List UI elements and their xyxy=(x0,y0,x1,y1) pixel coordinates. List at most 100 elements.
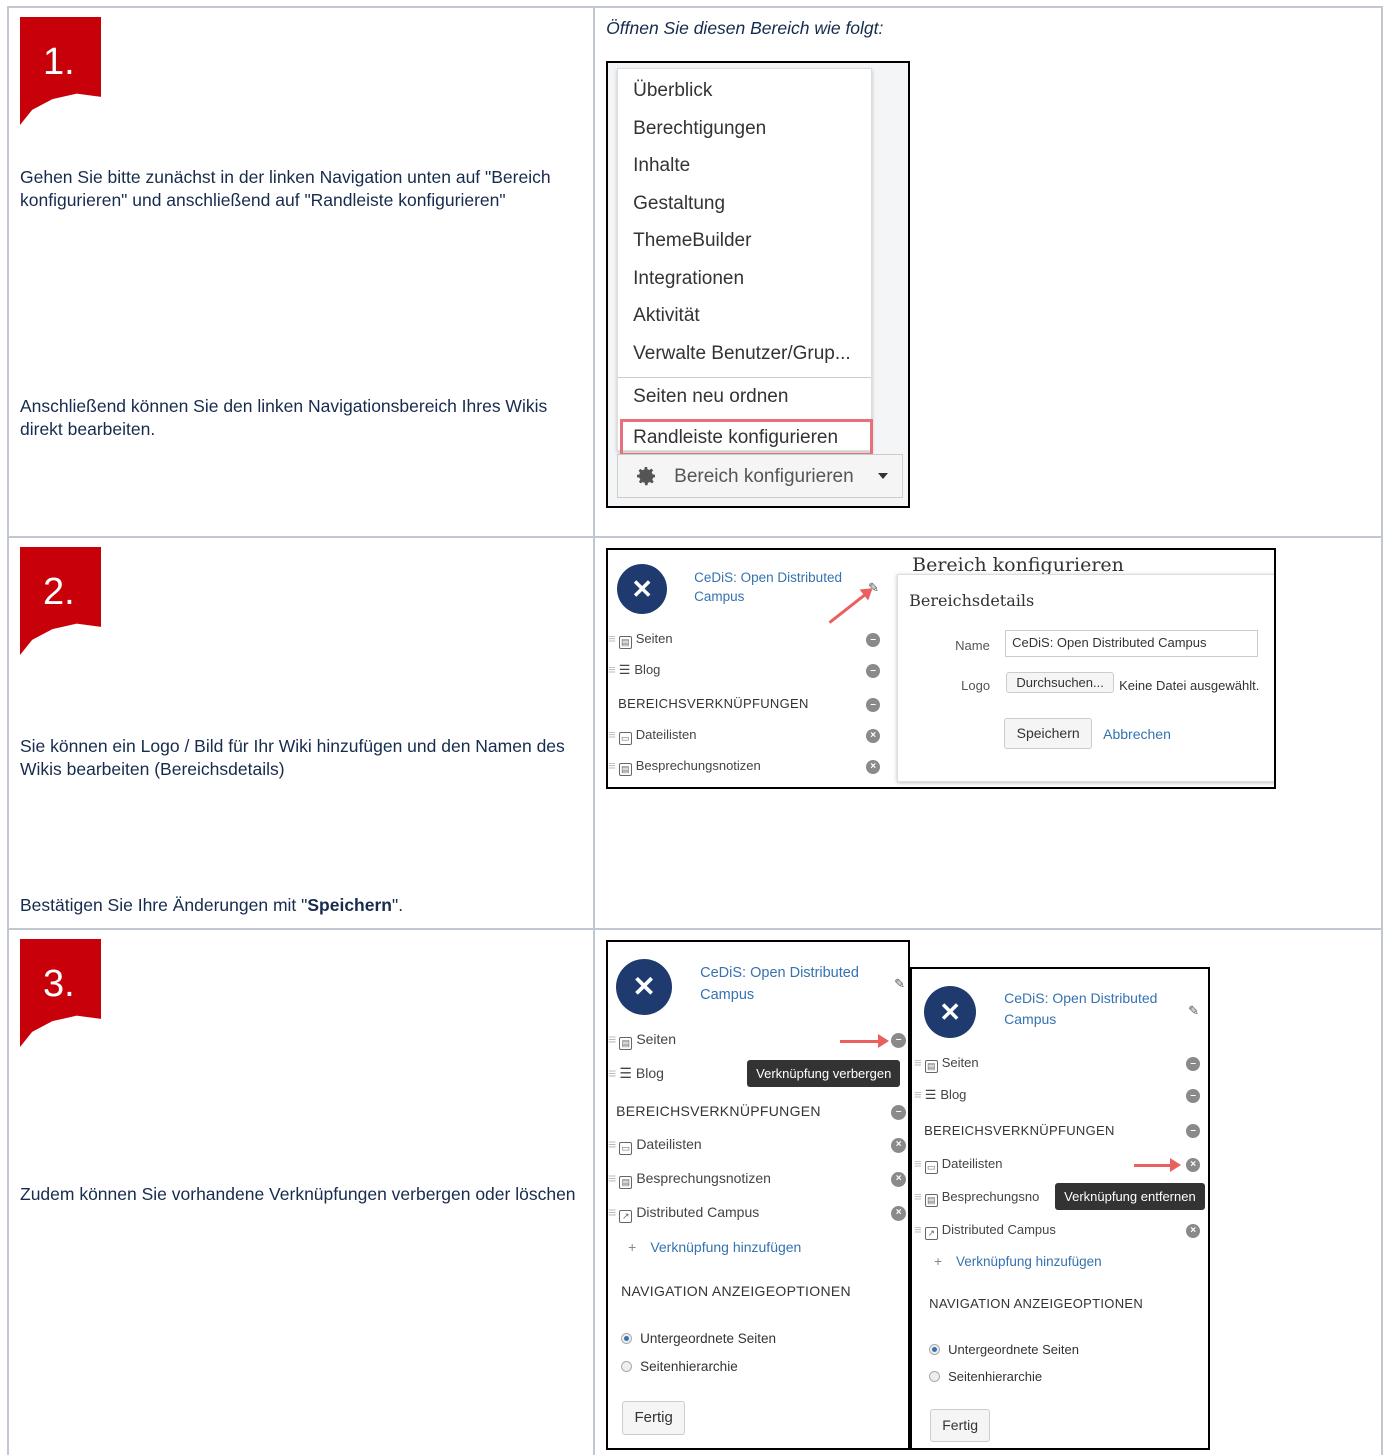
hide-icon[interactable]: – xyxy=(1186,1057,1201,1071)
section-space-links: BEREICHSVERKNÜPFUNGEN xyxy=(924,1123,1115,1138)
space-logo: ✕ xyxy=(616,959,673,1015)
menu-item-design[interactable]: Gestaltung xyxy=(618,185,871,223)
sidebar-item-blog[interactable]: ≡ ☰ Blog xyxy=(608,662,660,678)
screenshot-configure-menu: Überblick Berechtigungen Inhalte Gestalt… xyxy=(606,61,911,508)
sidebar-item-blog[interactable]: ≡ ☰ Blog xyxy=(914,1087,966,1103)
section-nav-options: NAVIGATION ANZEIGEOPTIONEN xyxy=(929,1296,1144,1311)
sidebar-link-distributed-campus[interactable]: ≡ ↗ Distributed Campus xyxy=(608,1204,759,1223)
hide-icon[interactable]: – xyxy=(891,1033,907,1048)
sidebar-link-meeting-notes[interactable]: ≡ ▤ Besprechungsnotizen xyxy=(608,758,761,776)
no-file-text: Keine Datei ausgewählt. xyxy=(1119,678,1260,693)
remove-icon[interactable]: × xyxy=(891,1138,907,1153)
step-2-confirm: Bestätigen Sie Ihre Änderungen mit "Spei… xyxy=(20,895,404,915)
done-button[interactable]: Fertig xyxy=(930,1409,991,1442)
radio-child-pages[interactable]: Untergeordnete Seiten xyxy=(621,1331,776,1346)
sidebar-item-pages[interactable]: ≡ ▤ Seiten xyxy=(914,1055,979,1073)
hide-icon[interactable]: – xyxy=(866,633,881,647)
configure-space-button[interactable]: Bereich konfigurieren xyxy=(617,454,904,498)
remove-icon[interactable]: × xyxy=(866,760,881,774)
pencil-icon[interactable]: ✎ xyxy=(1188,1003,1199,1019)
section-space-links: BEREICHSVERKNÜPFUNGEN xyxy=(616,1103,821,1119)
save-button[interactable]: Speichern xyxy=(1004,718,1093,749)
screenshot-space-details: ✕ CeDiS: Open Distributed Campus ✎ ≡ ▤ Seit… xyxy=(606,548,1277,789)
space-details-panel: Bereichsdetails Name CeDiS: Open Distrib… xyxy=(897,574,1275,782)
step-2-image-cell: ✕ CeDiS: Open Distributed Campus ✎ ≡ ▤ Seit… xyxy=(593,536,1383,930)
menu-item-overview[interactable]: Überblick xyxy=(618,72,871,110)
step-2-instruction: Sie können ein Logo / Bild für Ihr Wiki … xyxy=(20,736,565,779)
page-icon: ▤ xyxy=(924,1060,938,1073)
page-icon: ▤ xyxy=(619,1037,633,1050)
sidebar-item-pages[interactable]: ≡ ▤ Seiten xyxy=(608,631,673,649)
add-link-button[interactable]: + Verknüpfung hinzufügen xyxy=(628,1239,801,1255)
radio-page-tree[interactable]: Seitenhierarchie xyxy=(621,1359,738,1374)
sidebar-link-meeting-notes[interactable]: ≡ ▤ Besprechungsno xyxy=(914,1189,1039,1207)
step-3-number: 3. xyxy=(43,963,75,1005)
menu-item-content[interactable]: Inhalte xyxy=(618,147,871,185)
name-input[interactable]: CeDiS: Open Distributed Campus xyxy=(1005,630,1259,657)
step-2-text-cell: 2. Sie können ein Logo / Bild für Ihr Wi… xyxy=(6,536,596,930)
logo-label: Logo xyxy=(961,678,991,693)
sidebar-link-meeting-notes[interactable]: ≡ ▤ Besprechungsnotizen xyxy=(608,1170,771,1189)
remove-icon[interactable]: × xyxy=(891,1206,907,1221)
cancel-link[interactable]: Abbrechen xyxy=(1103,726,1171,742)
rss-icon: ☰ xyxy=(618,662,631,677)
sidebar-link-distributed-campus[interactable]: ≡ ↗ Distributed Campus xyxy=(914,1222,1056,1240)
done-button[interactable]: Fertig xyxy=(622,1401,686,1435)
step-3-image-cell: ✕ CeDiS: Open Distributed Campus ✎ ≡ ▤ Seit… xyxy=(593,928,1383,1455)
menu-item-permissions[interactable]: Berechtigungen xyxy=(618,110,871,148)
red-arrow-icon xyxy=(840,1034,890,1048)
instruction-table: 1. Gehen Sie bitte zunächst in der linke… xyxy=(6,6,1383,1455)
screenshot-hide-link: ✕ CeDiS: Open Distributed Campus ✎ ≡ ▤ Seit… xyxy=(606,940,911,1450)
step-3-text-cell: 3. Zudem können Sie vorhandene Verknüpfu… xyxy=(6,928,596,1455)
step-2-number: 2. xyxy=(43,571,75,613)
remove-icon[interactable]: × xyxy=(1186,1224,1201,1238)
folder-icon: ▭ xyxy=(619,1142,633,1155)
rss-icon: ☰ xyxy=(619,1065,632,1081)
panel-title: Bereichsdetails xyxy=(909,591,1035,610)
menu-item-themebuilder[interactable]: ThemeBuilder xyxy=(618,222,871,260)
section-space-links: BEREICHSVERKNÜPFUNGEN xyxy=(618,696,809,711)
step-3-badge: 3. xyxy=(20,939,101,1047)
sidebar-item-pages[interactable]: ≡ ▤ Seiten xyxy=(608,1031,676,1050)
hide-icon[interactable]: – xyxy=(866,698,881,712)
space-name[interactable]: CeDiS: Open Distributed Campus xyxy=(694,568,842,606)
sidebar-link-filelists[interactable]: ≡ ▭ Dateilisten xyxy=(608,727,696,745)
hide-icon[interactable]: – xyxy=(1186,1089,1201,1103)
space-logo: ✕ xyxy=(924,986,977,1038)
menu-item-activity[interactable]: Aktivität xyxy=(618,297,871,335)
pencil-icon[interactable]: ✎ xyxy=(894,976,905,992)
step-1-number: 1. xyxy=(43,41,75,83)
step-1-text-cell: 1. Gehen Sie bitte zunächst in der linke… xyxy=(6,6,596,538)
section-nav-options: NAVIGATION ANZEIGEOPTIONEN xyxy=(621,1283,851,1299)
menu-item-manage-users[interactable]: Verwalte Benutzer/Grup... xyxy=(618,335,871,373)
menu-item-reorder-pages[interactable]: Seiten neu ordnen xyxy=(618,378,871,416)
sidebar-link-filelists[interactable]: ≡ ▭ Dateilisten xyxy=(914,1156,1002,1174)
remove-icon[interactable]: × xyxy=(891,1172,907,1187)
hide-icon[interactable]: – xyxy=(866,664,881,678)
add-link-button[interactable]: + Verknüpfung hinzufügen xyxy=(934,1254,1102,1269)
remove-icon[interactable]: × xyxy=(1186,1158,1201,1172)
notes-icon: ▤ xyxy=(618,763,632,776)
step-1-result: Anschließend können Sie den linken Navig… xyxy=(20,396,548,439)
radio-page-tree[interactable]: Seitenhierarchie xyxy=(929,1369,1042,1384)
menu-item-integrations[interactable]: Integrationen xyxy=(618,260,871,298)
name-label: Name xyxy=(955,638,990,653)
configure-dropdown-menu: Überblick Berechtigungen Inhalte Gestalt… xyxy=(617,68,874,456)
space-name[interactable]: CeDiS: Open Distributed Campus xyxy=(1004,988,1157,1030)
sidebar-link-filelists[interactable]: ≡ ▭ Dateilisten xyxy=(608,1136,702,1155)
tooltip-remove-link: Verknüpfung entfernen xyxy=(1055,1183,1205,1210)
hide-icon[interactable]: – xyxy=(1186,1124,1201,1138)
menu-item-configure-sidebar[interactable]: Randleiste konfigurieren xyxy=(620,418,874,456)
step-2-badge: 2. xyxy=(20,547,101,655)
tooltip-hide-link: Verknüpfung verbergen xyxy=(747,1060,901,1087)
remove-icon[interactable]: × xyxy=(866,729,881,743)
sidebar-item-blog[interactable]: ≡ ☰ Blog xyxy=(608,1065,664,1082)
radio-child-pages[interactable]: Untergeordnete Seiten xyxy=(929,1342,1079,1357)
browse-button[interactable]: Durchsuchen... xyxy=(1006,672,1115,693)
step-1-badge: 1. xyxy=(20,17,101,125)
step-1-image-cell: Öffnen Sie diesen Bereich wie folgt: Übe… xyxy=(593,6,1383,538)
space-name[interactable]: CeDiS: Open Distributed Campus xyxy=(700,962,859,1006)
hide-icon[interactable]: – xyxy=(891,1105,907,1120)
dialog-title: Bereich konfigurieren xyxy=(912,554,1124,576)
configure-space-label: Bereich konfigurieren xyxy=(674,466,854,487)
